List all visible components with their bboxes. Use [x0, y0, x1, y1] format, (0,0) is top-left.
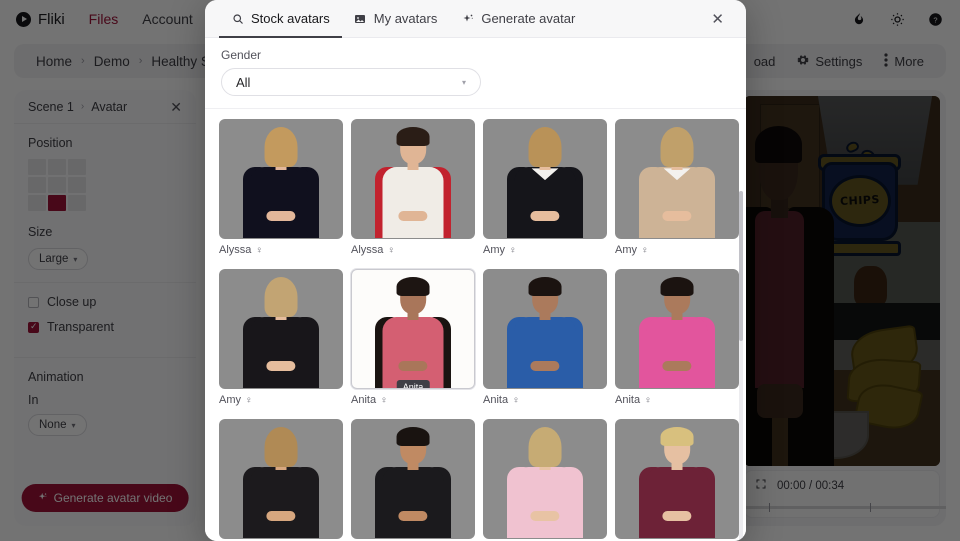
avatar-card[interactable]: Amy ♀ — [615, 119, 739, 256]
avatar-thumbnail[interactable] — [351, 119, 475, 239]
avatar-card[interactable] — [483, 419, 607, 539]
search-icon — [231, 12, 244, 25]
avatar-name: Alyssa — [351, 244, 384, 256]
modal-scrollbar-thumb[interactable] — [739, 191, 743, 341]
avatar-thumbnail[interactable] — [615, 119, 739, 239]
tab-stock-avatars-label: Stock avatars — [251, 11, 330, 26]
tab-stock-avatars[interactable]: Stock avatars — [219, 0, 342, 38]
avatar-figure — [484, 420, 606, 538]
avatar-card[interactable]: Alyssa ♀ — [351, 119, 475, 256]
avatar-card-label: Alyssa ♀ — [351, 244, 475, 256]
avatar-figure — [484, 270, 606, 388]
avatar-card-label: Anita ♀ — [351, 394, 475, 406]
tab-generate-avatar[interactable]: Generate avatar — [449, 0, 587, 37]
avatar-card[interactable]: Anita ♀ — [483, 269, 607, 406]
avatar-figure — [220, 270, 342, 388]
avatar-card[interactable]: Amy ♀ — [219, 269, 343, 406]
avatar-thumbnail[interactable] — [615, 269, 739, 389]
avatar-thumbnail[interactable] — [219, 269, 343, 389]
gender-symbol-icon: ♀ — [641, 244, 649, 256]
tab-my-avatars-label: My avatars — [373, 11, 438, 26]
avatar-thumbnail[interactable] — [483, 419, 607, 539]
avatar-card[interactable] — [615, 419, 739, 539]
avatar-card[interactable]: Anita ♀ — [615, 269, 739, 406]
avatar-thumbnail[interactable] — [483, 269, 607, 389]
avatar-name: Alyssa — [219, 244, 252, 256]
gender-symbol-icon: ♀ — [255, 244, 263, 256]
avatar-grid: Alyssa ♀ Alyssa ♀ Amy ♀ Amy ♀ Amy ♀ Anita Anita ♀ Ani… — [219, 119, 739, 539]
avatar-card-label: Anita ♀ — [483, 394, 607, 406]
tab-generate-avatar-label: Generate avatar — [481, 11, 576, 26]
avatar-name: Amy — [219, 394, 241, 406]
gender-symbol-icon: ♀ — [380, 394, 388, 406]
avatar-name: Amy — [483, 244, 505, 256]
avatar-thumbnail[interactable] — [615, 419, 739, 539]
avatar-card[interactable]: Amy ♀ — [483, 119, 607, 256]
avatar-figure — [484, 120, 606, 238]
avatar-name: Amy — [615, 244, 637, 256]
gender-filter-label: Gender — [221, 48, 262, 62]
avatar-name: Anita — [615, 394, 641, 406]
avatar-figure — [616, 270, 738, 388]
modal-close-button[interactable]: ✕ — [703, 0, 732, 37]
avatar-grid-container[interactable]: Alyssa ♀ Alyssa ♀ Amy ♀ Amy ♀ Amy ♀ Anita Anita ♀ Ani… — [205, 109, 746, 541]
avatar-card-label: Amy ♀ — [615, 244, 739, 256]
avatar-figure — [220, 120, 342, 238]
avatar-figure — [220, 420, 342, 538]
gender-symbol-icon: ♀ — [512, 394, 520, 406]
avatar-card[interactable]: Alyssa ♀ — [219, 119, 343, 256]
avatar-card-label: Amy ♀ — [219, 394, 343, 406]
image-icon — [354, 12, 367, 25]
avatar-picker-modal: Stock avatars My avatars Generate avatar… — [205, 0, 746, 541]
avatar-card[interactable]: Anita Anita ♀ — [351, 269, 475, 406]
avatar-thumbnail[interactable]: Anita — [351, 269, 475, 389]
avatar-tooltip: Anita — [396, 380, 430, 388]
modal-scrollbar[interactable] — [739, 191, 743, 541]
gender-symbol-icon: ♀ — [509, 244, 517, 256]
avatar-figure — [616, 420, 738, 538]
avatar-card[interactable] — [219, 419, 343, 539]
sparkle-icon — [461, 12, 474, 25]
avatar-card-label: Amy ♀ — [483, 244, 607, 256]
gender-symbol-icon: ♀ — [387, 244, 395, 256]
avatar-thumbnail[interactable] — [483, 119, 607, 239]
avatar-card[interactable] — [351, 419, 475, 539]
gender-symbol-icon: ♀ — [245, 394, 253, 406]
avatar-figure — [352, 420, 474, 538]
avatar-card-label: Anita ♀ — [615, 394, 739, 406]
avatar-thumbnail[interactable] — [219, 419, 343, 539]
gender-filter-bar: Gender All ▾ — [205, 38, 746, 109]
chevron-down-icon: ▾ — [461, 77, 466, 87]
app-root: Fliki Files Account ? Home › Demo › Heal — [0, 0, 960, 541]
tab-my-avatars[interactable]: My avatars — [342, 0, 450, 37]
gender-symbol-icon: ♀ — [644, 394, 652, 406]
gender-select-value: All — [236, 74, 251, 90]
avatar-figure — [352, 270, 474, 388]
avatar-figure — [352, 120, 474, 238]
avatar-thumbnail[interactable] — [351, 419, 475, 539]
avatar-figure — [616, 120, 738, 238]
modal-tab-bar: Stock avatars My avatars Generate avatar… — [205, 0, 746, 38]
avatar-thumbnail[interactable] — [219, 119, 343, 239]
avatar-name: Anita — [483, 394, 509, 406]
gender-select[interactable]: All ▾ — [221, 68, 481, 96]
avatar-name: Anita — [351, 394, 377, 406]
avatar-card-label: Alyssa ♀ — [219, 244, 343, 256]
